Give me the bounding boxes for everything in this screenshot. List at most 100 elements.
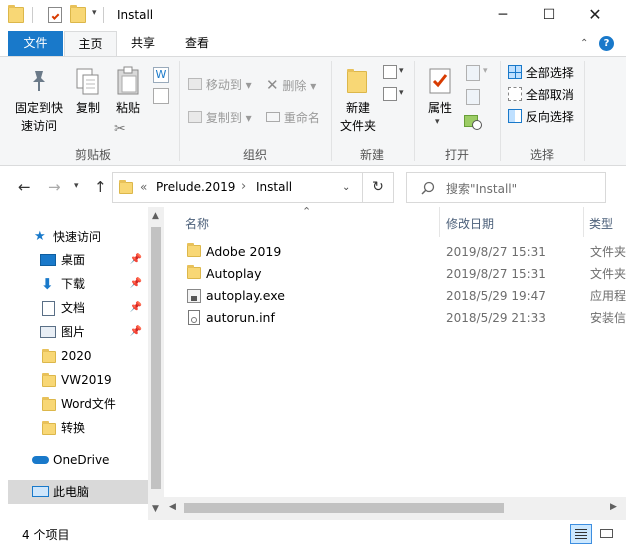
help-icon[interactable]: ? — [599, 36, 614, 51]
large-icons-view-button[interactable] — [596, 524, 618, 544]
table-row[interactable]: autoplay.exe 2018/5/29 19:47 应用程序 — [182, 285, 626, 307]
properties-quick-icon[interactable] — [48, 7, 62, 23]
paste-button[interactable]: 粘贴 — [110, 61, 146, 121]
easy-access-dropdown-icon[interactable]: ▾ — [399, 88, 404, 98]
pin-label-1: 固定到快 — [14, 101, 63, 115]
scroll-up-icon[interactable]: ▲ — [152, 211, 159, 221]
open-group-label: 打开 — [444, 148, 469, 162]
details-view-button[interactable] — [570, 524, 592, 544]
address-row: ← → ▾ ↑ « Prelude.2019 › Install ⌄ ↻ 搜索"… — [0, 166, 626, 207]
nav-scrollbar[interactable]: ▲ ▼ — [148, 207, 164, 520]
customize-quick-access-icon[interactable]: ▾ — [92, 8, 97, 18]
file-list: ⌃ 名称 修改日期 类型 Adobe 2019 2019/8/27 15:31 … — [164, 207, 626, 497]
refresh-button[interactable]: ↻ — [362, 172, 394, 203]
invert-selection-button[interactable]: 反向选择 — [508, 107, 574, 127]
nav-item-onedrive[interactable]: OneDrive — [8, 448, 148, 472]
open-icon[interactable] — [466, 65, 480, 81]
file-list-hscrollbar[interactable]: ◀ ▶ — [164, 497, 626, 520]
minimize-button[interactable]: ─ — [480, 0, 526, 31]
new-folder-quick-icon[interactable] — [70, 5, 86, 23]
select-all-button[interactable]: 全部选择 — [508, 63, 574, 83]
column-header-date[interactable]: 修改日期 — [446, 215, 494, 232]
nav-item-convert[interactable]: 转换 — [8, 416, 148, 440]
new-group-label: 新建 — [359, 148, 384, 162]
cut-icon[interactable]: ✂ — [114, 121, 126, 137]
column-divider[interactable] — [583, 207, 584, 237]
collapse-ribbon-icon[interactable]: ⌃ — [580, 38, 588, 49]
divider — [32, 7, 33, 23]
copy-path-icon[interactable]: W — [153, 67, 169, 83]
hscrollbar-thumb[interactable] — [184, 503, 504, 513]
scroll-right-icon[interactable]: ▶ — [610, 502, 617, 512]
copy-to-button[interactable]: 复制到 ▾ — [188, 108, 252, 128]
back-arrow-icon[interactable]: ← — [18, 178, 31, 196]
history-icon[interactable] — [464, 113, 482, 130]
properties-dropdown-icon: ▾ — [435, 117, 440, 127]
scroll-down-icon[interactable]: ▼ — [152, 504, 159, 514]
breadcrumb-install[interactable]: Install — [256, 180, 292, 194]
ribbon: 固定到快 速访问 复制 粘贴 W ✂ 剪贴板 移动到 ▾ 复制到 ▾ ✕ 删除 — [0, 56, 626, 166]
file-name: autoplay.exe — [206, 288, 285, 303]
pin-icon[interactable]: 📌 — [130, 320, 142, 344]
move-to-button[interactable]: 移动到 ▾ — [188, 75, 252, 95]
pin-icon — [33, 71, 45, 91]
select-none-button[interactable]: 全部取消 — [508, 85, 574, 105]
nav-item-quick-access[interactable]: ★ 快速访问 — [8, 225, 148, 249]
maximize-button[interactable]: ☐ — [526, 0, 572, 31]
paste-icon — [117, 66, 139, 95]
search-input[interactable]: 搜索"Install" — [406, 172, 606, 203]
column-divider[interactable] — [439, 207, 440, 237]
forward-arrow-icon[interactable]: → — [48, 178, 61, 196]
nav-item-desktop[interactable]: 桌面 📌 — [8, 248, 148, 272]
table-row[interactable]: Adobe 2019 2019/8/27 15:31 文件夹 — [182, 241, 626, 263]
file-date: 2018/5/29 19:47 — [446, 289, 546, 303]
rename-button[interactable]: 重命名 — [266, 108, 320, 128]
new-folder-button[interactable]: 新建 文件夹 — [335, 61, 381, 141]
nav-item-word[interactable]: Word文件 — [8, 392, 148, 416]
properties-button[interactable]: 属性 ▾ — [420, 61, 460, 141]
pin-icon[interactable]: 📌 — [130, 272, 142, 296]
nav-item-this-pc[interactable]: 此电脑 — [8, 480, 148, 504]
nav-item-vw2019[interactable]: VW2019 — [8, 368, 148, 392]
nav-item-2020[interactable]: 2020 — [8, 344, 148, 368]
address-dropdown-icon[interactable]: ⌄ — [342, 182, 350, 193]
tab-file[interactable]: 文件 — [8, 31, 63, 56]
table-row[interactable]: Autoplay 2019/8/27 15:31 文件夹 — [182, 263, 626, 285]
pin-icon[interactable]: 📌 — [130, 248, 142, 272]
pin-to-quick-access-button[interactable]: 固定到快 速访问 — [8, 61, 68, 141]
star-icon: ★ — [34, 229, 46, 244]
easy-access-icon[interactable] — [383, 87, 397, 101]
breadcrumb-overflow[interactable]: « — [140, 180, 147, 194]
pin-icon[interactable]: 📌 — [130, 296, 142, 320]
new-item-dropdown-icon[interactable]: ▾ — [399, 66, 404, 76]
address-bar[interactable]: « Prelude.2019 › Install ⌄ — [112, 172, 363, 203]
copy-icon — [76, 68, 99, 95]
nav-item-downloads[interactable]: ⬇ 下载 📌 — [8, 272, 148, 296]
scroll-left-icon[interactable]: ◀ — [169, 502, 176, 512]
new-item-icon[interactable] — [383, 65, 397, 79]
tab-share[interactable]: 共享 — [118, 31, 168, 56]
tab-home[interactable]: 主页 — [64, 31, 117, 56]
nav-item-pictures[interactable]: 图片 📌 — [8, 320, 148, 344]
breadcrumb-separator[interactable]: › — [241, 179, 246, 194]
nav-item-documents[interactable]: 文档 📌 — [8, 296, 148, 320]
delete-button[interactable]: ✕ 删除 ▾ — [266, 75, 316, 95]
copy-button[interactable]: 复制 — [70, 61, 106, 121]
move-to-icon — [188, 78, 202, 90]
up-arrow-icon[interactable]: ↑ — [94, 178, 107, 196]
column-header-name[interactable]: 名称 — [185, 215, 209, 232]
item-count: 4 个项目 — [22, 528, 70, 542]
paste-shortcut-icon[interactable] — [153, 88, 169, 104]
table-row[interactable]: autorun.inf 2018/5/29 21:33 安装信息 — [182, 307, 626, 329]
edit-icon[interactable] — [466, 89, 480, 105]
pin-label-2: 速访问 — [20, 119, 57, 133]
tab-view[interactable]: 查看 — [170, 31, 224, 56]
close-button[interactable]: ✕ — [572, 0, 618, 31]
breadcrumb-prelude[interactable]: Prelude.2019 — [156, 180, 235, 194]
column-header-type[interactable]: 类型 — [589, 215, 613, 232]
select-none-label: 全部取消 — [525, 88, 574, 102]
file-type: 文件夹 — [590, 267, 626, 281]
select-all-icon — [508, 65, 522, 79]
recent-locations-icon[interactable]: ▾ — [74, 181, 79, 191]
nav-scrollbar-thumb[interactable] — [151, 227, 161, 489]
